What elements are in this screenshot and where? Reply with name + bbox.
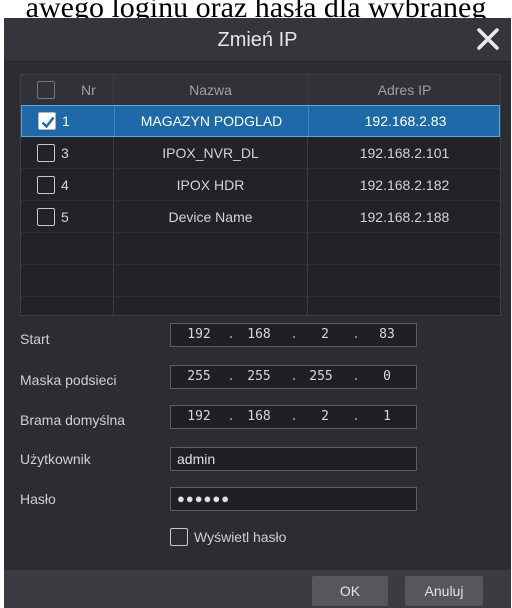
device-table: Nr Nazwa Adres IP 1 MAGAZYN PODGLAD 192.…: [20, 74, 501, 316]
row-ip: 192.168.2.83: [308, 106, 502, 136]
start-ip-input[interactable]: 192 . 168 . 2 . 83: [170, 323, 417, 347]
mask-octet-4: 0: [383, 369, 391, 384]
empty-row: [21, 233, 500, 265]
show-password-toggle[interactable]: Wyświetl hasło: [170, 528, 286, 546]
mask-ip-input[interactable]: 255 . 255 . 255 . 0: [170, 365, 417, 389]
table-row[interactable]: 5 Device Name 192.168.2.188: [21, 201, 500, 233]
octet-separator: .: [290, 369, 298, 384]
row-nr: 4: [61, 176, 69, 193]
row-nr: 5: [61, 208, 69, 225]
password-input[interactable]: ●●●●●●: [170, 487, 417, 511]
user-label: Użytkownik: [20, 451, 91, 467]
table-header: Nr Nazwa Adres IP: [21, 75, 500, 105]
octet-separator: .: [352, 409, 360, 424]
mask-octet-1: 255: [187, 369, 211, 384]
cancel-button[interactable]: Anuluj: [405, 576, 483, 606]
octet-separator: .: [227, 369, 235, 384]
header-name: Nazwa: [113, 75, 307, 105]
octet-separator: .: [352, 327, 360, 342]
start-octet-3: 2: [321, 327, 329, 342]
close-icon[interactable]: [475, 26, 501, 52]
gateway-octet-4: 1: [383, 409, 391, 424]
row-checkbox[interactable]: [37, 175, 55, 194]
row-checkbox[interactable]: [38, 112, 56, 130]
show-password-checkbox[interactable]: [170, 528, 188, 546]
dialog-title: Zmień IP: [217, 29, 298, 51]
gateway-octet-2: 168: [247, 409, 271, 424]
octet-separator: .: [227, 409, 235, 424]
gateway-octet-1: 192: [187, 409, 211, 424]
header-nr-label: Nr: [81, 82, 96, 98]
octet-separator: .: [290, 409, 298, 424]
gateway-label: Brama domyślna: [20, 412, 126, 428]
start-label: Start: [20, 331, 50, 347]
row-nr: 3: [61, 144, 69, 161]
table-row[interactable]: 4 IPOX HDR 192.168.2.182: [21, 169, 500, 201]
row-ip: 192.168.2.101: [307, 137, 501, 168]
mask-label: Maska podsieci: [20, 372, 117, 388]
row-name: IPOX_NVR_DL: [113, 137, 307, 168]
table-row[interactable]: 1 MAGAZYN PODGLAD 192.168.2.83: [21, 105, 500, 137]
row-name: IPOX HDR: [113, 169, 307, 200]
empty-row: [21, 265, 500, 297]
row-checkbox[interactable]: [37, 143, 55, 162]
mask-octet-3: 255: [309, 369, 333, 384]
show-password-label: Wyświetl hasło: [194, 529, 287, 545]
row-name: Device Name: [113, 201, 307, 232]
username-input[interactable]: admin: [170, 447, 417, 471]
header-nr: Nr: [21, 75, 113, 105]
row-nr: 1: [62, 113, 70, 129]
table-row[interactable]: 3 IPOX_NVR_DL 192.168.2.101: [21, 137, 500, 169]
row-ip: 192.168.2.188: [307, 201, 501, 232]
start-octet-4: 83: [379, 327, 395, 342]
dialog-titlebar: Zmień IP: [4, 18, 511, 62]
select-all-checkbox[interactable]: [37, 81, 55, 99]
password-label: Hasło: [20, 491, 56, 507]
mask-octet-2: 255: [247, 369, 271, 384]
gateway-ip-input[interactable]: 192 . 168 . 2 . 1: [170, 405, 417, 429]
row-ip: 192.168.2.182: [307, 169, 501, 200]
start-octet-1: 192: [187, 327, 211, 342]
octet-separator: .: [227, 327, 235, 342]
octet-separator: .: [290, 327, 298, 342]
row-name: MAGAZYN PODGLAD: [114, 106, 308, 136]
start-octet-2: 168: [247, 327, 271, 342]
empty-row: [21, 297, 500, 315]
header-ip: Adres IP: [307, 75, 501, 105]
row-checkbox[interactable]: [37, 207, 55, 226]
ok-button[interactable]: OK: [312, 576, 388, 606]
dialog-footer: OK Anuluj: [4, 570, 511, 608]
change-ip-dialog: Zmień IP Nr Nazwa Adres IP 1 MAGAZYN POD…: [4, 18, 511, 608]
octet-separator: .: [352, 369, 360, 384]
gateway-octet-3: 2: [321, 409, 329, 424]
